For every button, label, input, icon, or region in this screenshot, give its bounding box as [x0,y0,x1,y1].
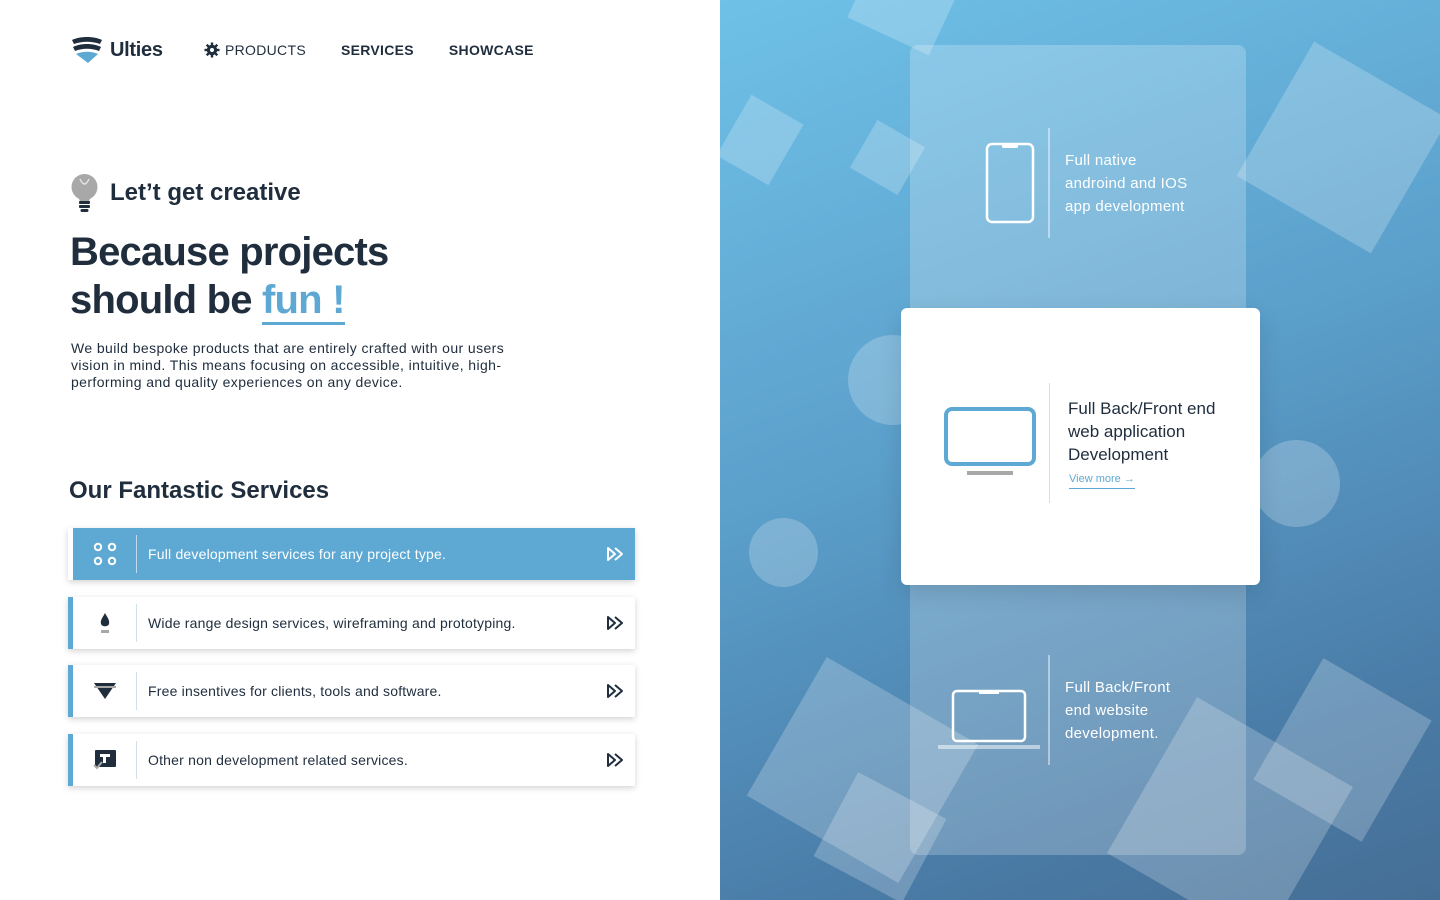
service-label: Wide range design services, wireframing … [148,615,516,631]
feature-divider [1049,383,1050,503]
headline-line2: should be [70,278,252,322]
service-item-development[interactable]: Full development services for any projec… [68,528,635,580]
presentation-icon [92,750,116,770]
lightbulb-icon [71,174,98,212]
feature-web-line1: Full Back/Front end [1068,399,1216,418]
feature-website-line3: development. [1065,724,1159,742]
feature-mobile-line3: app development [1065,197,1185,215]
nav-showcase[interactable]: SHOWCASE [449,42,534,58]
hero-intro: We build bespoke products that are entir… [71,340,505,390]
service-item-design[interactable]: Wide range design services, wireframing … [68,597,635,649]
double-chevron-right-icon [607,547,623,561]
nav-services[interactable]: SERVICES [341,42,414,58]
smartphone-icon [985,142,1035,224]
nav-products-label: PRODUCTS [225,42,306,58]
left-panel: Ulties PRODUCTS SERVICES SHOWCASE Let’t … [0,0,720,900]
service-arrow-wrap[interactable] [595,546,635,562]
feature-mobile-text: Full native androind and IOS app develop… [1050,149,1187,218]
decor-square [720,94,804,186]
hero-eyebrow: Let’t get creative [70,173,301,213]
feature-website-line1: Full Back/Front [1065,678,1171,696]
service-item-other[interactable]: Other non development related services. [68,734,635,786]
feature-web-line2: web application [1068,422,1186,441]
main-nav: PRODUCTS SERVICES SHOWCASE [204,42,534,58]
service-icon-wrap [73,604,137,642]
feature-web-line3: Development [1068,445,1169,464]
service-label: Free insentives for clients, tools and s… [148,683,442,699]
feature-mobile-line1: Full native [1065,151,1137,169]
double-chevron-right-icon [607,684,623,698]
feature-website: Full Back/Front end website development. [938,655,1170,765]
service-arrow-wrap[interactable] [595,615,635,631]
feature-web-card[interactable]: Full Back/Front end web application Deve… [901,308,1260,585]
feature-mobile-line2: androind and IOS [1065,174,1188,192]
layered-shield-logo-icon [72,37,102,63]
service-arrow-wrap[interactable] [595,752,635,768]
feature-mobile: Full native androind and IOS app develop… [985,128,1187,238]
feature-web-text: Full Back/Front end web application Deve… [1068,397,1248,466]
headline-accent: fun ! [262,278,345,325]
double-chevron-right-icon [607,616,623,630]
eyebrow-text: Let’t get creative [110,179,301,206]
nav-products[interactable]: PRODUCTS [204,42,306,58]
decor-circle [1253,440,1340,527]
diamond-icon [93,683,116,699]
four-circles-icon [93,542,116,566]
laptop-icon [938,689,1040,749]
brand-name: Ulties [110,38,163,61]
hero-visual-panel: Full native androind and IOS app develop… [720,0,1440,900]
service-icon-wrap [73,672,137,710]
monitor-icon [944,407,1036,475]
service-arrow-wrap[interactable] [595,683,635,699]
service-icon-wrap [73,741,137,779]
service-label: Full development services for any projec… [148,546,447,562]
double-chevron-right-icon [607,753,623,767]
service-item-incentives[interactable]: Free insentives for clients, tools and s… [68,665,635,717]
view-more-link[interactable]: View more → [1069,473,1135,489]
feature-website-line2: end website [1065,701,1149,719]
pen-nib-icon [100,613,109,633]
decor-square [1236,41,1440,254]
service-icon-wrap [73,535,137,573]
service-label: Other non development related services. [148,752,408,768]
brand-logo[interactable]: Ulties [70,36,163,64]
feature-website-text: Full Back/Front end website development. [1050,676,1170,745]
services-title: Our Fantastic Services [69,477,330,504]
hero-headline: Because projects should be fun ! [70,228,389,325]
gear-icon [204,42,220,58]
decor-circle [749,518,818,587]
headline-line1: Because projects [70,230,389,274]
